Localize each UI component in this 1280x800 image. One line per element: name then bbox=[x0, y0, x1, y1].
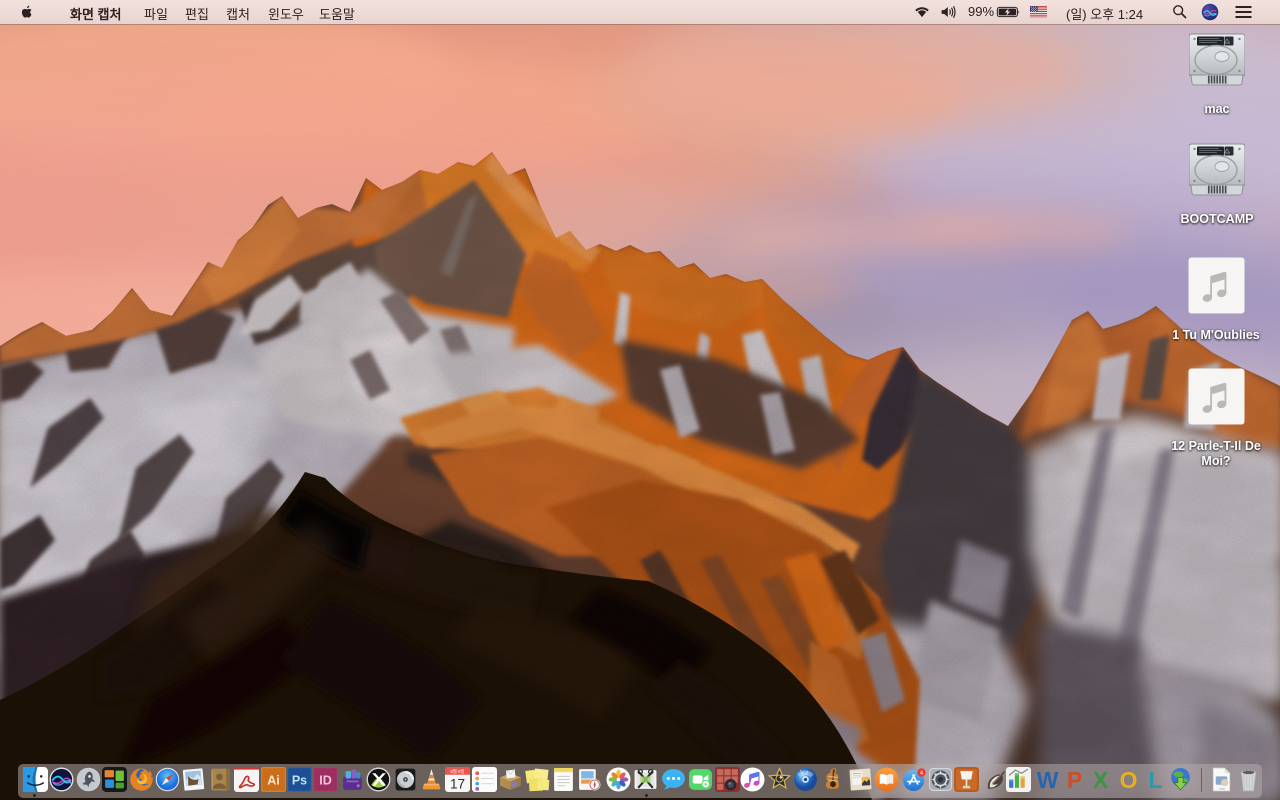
svg-text:ID: ID bbox=[319, 774, 332, 788]
svg-text:O: O bbox=[1119, 767, 1137, 792]
svg-text:L: L bbox=[1148, 767, 1162, 792]
svg-text:Ps: Ps bbox=[291, 774, 306, 788]
svg-text:X: X bbox=[1092, 767, 1108, 792]
svg-text:W: W bbox=[1036, 767, 1058, 792]
svg-text:.mov: .mov bbox=[1218, 786, 1225, 790]
svg-text:Ai: Ai bbox=[267, 774, 280, 788]
svg-text:P: P bbox=[1066, 767, 1081, 792]
svg-text:8월 8일: 8월 8일 bbox=[450, 768, 464, 775]
svg-text:17: 17 bbox=[449, 776, 464, 791]
